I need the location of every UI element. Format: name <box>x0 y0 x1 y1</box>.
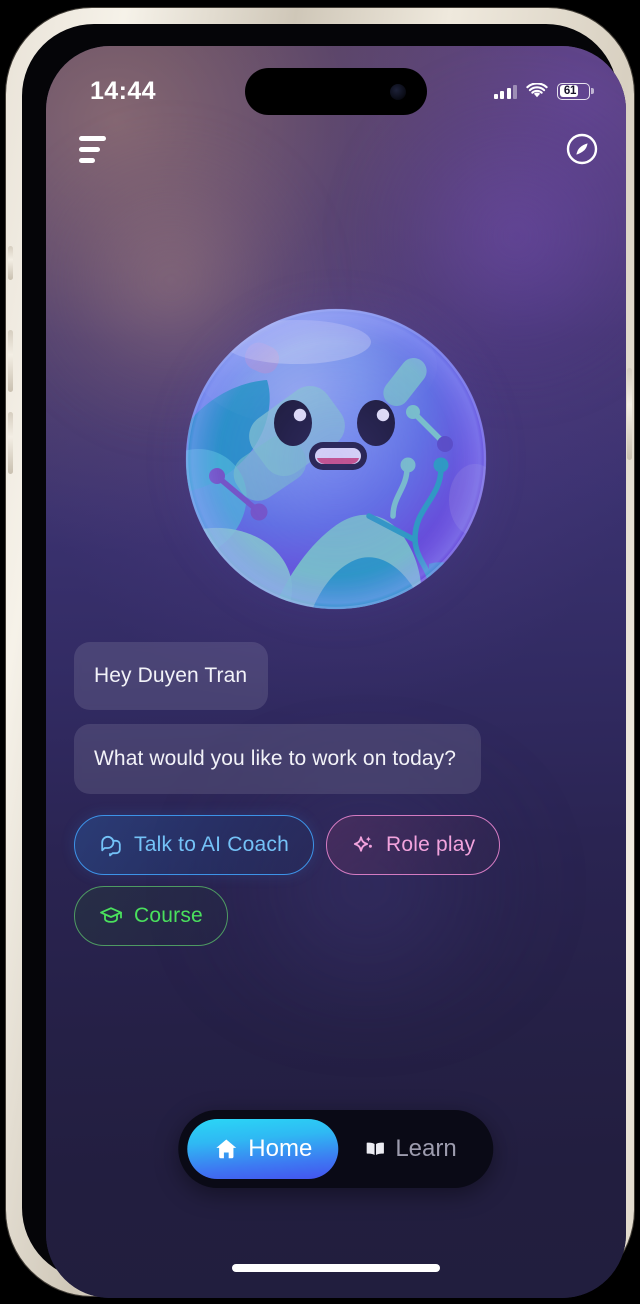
nav-item-label: Home <box>248 1135 313 1162</box>
chip-course[interactable]: Course <box>74 886 228 946</box>
chip-label: Course <box>134 904 203 927</box>
chat-bubble-text: What would you like to work on today? <box>94 747 457 770</box>
hamburger-menu-icon[interactable] <box>78 130 121 168</box>
sparkle-icon <box>353 836 372 852</box>
chip-role-play[interactable]: Role play <box>325 815 501 875</box>
mascot-glow <box>157 280 515 638</box>
globe-mascot <box>157 280 515 638</box>
nav-item-home[interactable]: Home <box>187 1119 339 1179</box>
graduation-cap-icon <box>100 907 122 923</box>
nav-item-learn[interactable]: Learn <box>342 1119 484 1179</box>
chip-label: Talk to AI Coach <box>134 833 289 856</box>
nav-item-label: Learn <box>395 1135 457 1162</box>
chip-label: Role play <box>385 833 476 856</box>
front-camera-icon <box>390 83 406 100</box>
chat-bubble-text: Hey Duyen Tran <box>94 664 248 687</box>
bottom-navigation-bar: Home Learn <box>178 1110 494 1188</box>
power-button[interactable] <box>627 368 632 460</box>
volume-down-button[interactable] <box>8 412 13 474</box>
quick-action-chips: Talk to AI Coach Role play Course <box>74 815 504 946</box>
volume-up-button[interactable] <box>8 330 13 392</box>
chat-bubble-prompt: What would you like to work on today? <box>74 724 481 794</box>
house-icon <box>216 1139 237 1159</box>
top-navigation-bar <box>46 120 626 178</box>
home-indicator[interactable] <box>232 1264 440 1272</box>
open-book-icon <box>366 1142 384 1156</box>
dynamic-island <box>245 68 427 115</box>
silent-switch[interactable] <box>8 246 13 280</box>
chip-talk-to-ai-coach[interactable]: Talk to AI Coach <box>74 815 314 875</box>
chat-bubble-greeting: Hey Duyen Tran <box>74 642 268 710</box>
device-bezel: 14:44 61 Hey Duyen Tran What would you l… <box>22 24 626 1298</box>
device-frame: 14:44 61 Hey Duyen Tran What would you l… <box>6 8 634 1298</box>
phone-screen: 14:44 61 Hey Duyen Tran What would you l… <box>46 46 626 1298</box>
chat-bubbles-icon <box>101 835 121 857</box>
compass-icon[interactable] <box>562 129 602 169</box>
